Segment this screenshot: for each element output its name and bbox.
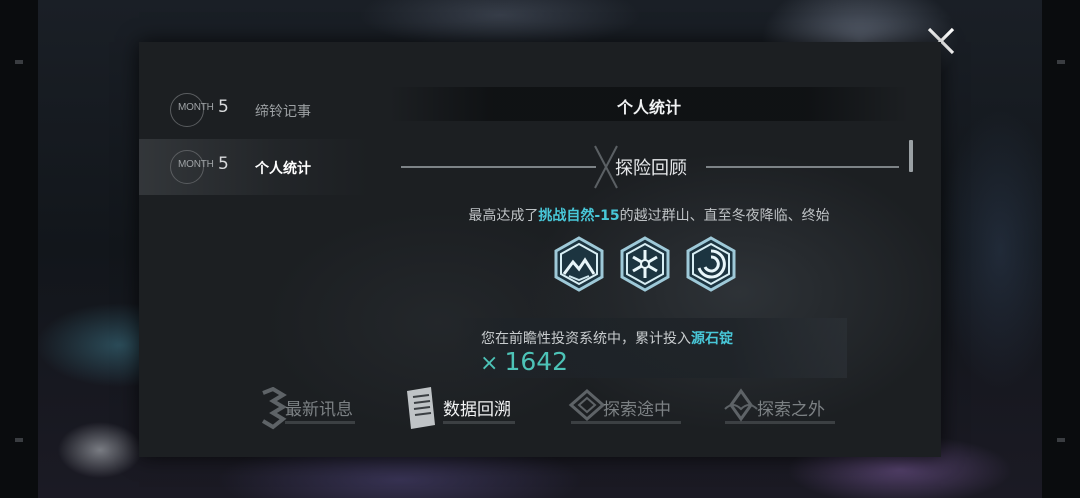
tab-underline xyxy=(725,421,835,424)
bottom-tab-bar: 最新讯息 数据回溯 探索途中 探索之外 xyxy=(139,372,941,442)
left-frame-bar xyxy=(0,0,38,498)
month-item-records[interactable]: MONTH 5 缔铃记事 xyxy=(170,92,311,128)
section-heading-label: 探险回顾 xyxy=(615,158,687,179)
heading-divider-right xyxy=(706,166,899,168)
scrollbar-thumb[interactable] xyxy=(909,140,913,172)
month-number: 5 xyxy=(218,154,229,174)
summary-text: 最高达成了挑战自然-15的越过群山、直至冬夜降临、终始 xyxy=(389,205,909,225)
tab-label: 探索之外 xyxy=(757,400,825,420)
heading-divider-left xyxy=(401,166,596,168)
tab-underline xyxy=(285,421,355,424)
page-title: 个人统计 xyxy=(616,98,681,117)
tab-label: 探索途中 xyxy=(603,400,671,420)
tab-label: 最新讯息 xyxy=(285,400,353,420)
tab-exploring[interactable]: 探索途中 xyxy=(567,387,687,433)
frame-tick xyxy=(15,438,23,442)
month-item-label: 个人统计 xyxy=(255,161,311,177)
tab-latest-news[interactable]: 最新讯息 xyxy=(257,387,357,433)
month-word: MONTH xyxy=(178,102,214,113)
month-item-label: 缔铃记事 xyxy=(255,104,311,120)
section-heading: 探险回顾 xyxy=(401,145,899,189)
document-icon xyxy=(407,387,435,429)
month-number: 5 xyxy=(218,97,229,117)
mountain-badge-icon xyxy=(554,236,604,292)
summary-prefix: 最高达成了 xyxy=(468,208,539,224)
month-item-personal-stats[interactable]: MONTH 5 个人统计 xyxy=(170,149,311,185)
tab-underline xyxy=(443,421,515,424)
snowflake-badge-icon xyxy=(620,236,670,292)
summary-suffix: 的越过群山、直至冬夜降临、终始 xyxy=(619,208,830,224)
frame-tick xyxy=(1057,60,1065,64)
frame-tick xyxy=(1057,438,1065,442)
investment-text: 您在前瞻性投资系统中，累计投入源石锭 xyxy=(481,328,733,348)
frame-tick xyxy=(15,60,23,64)
tab-data-review[interactable]: 数据回溯 xyxy=(405,387,525,433)
tab-beyond-exploration[interactable]: 探索之外 xyxy=(721,387,841,433)
month-word: MONTH xyxy=(178,159,214,170)
summary-highlight: 挑战自然-15 xyxy=(538,208,620,224)
investment-prefix: 您在前瞻性投资系统中，累计投入 xyxy=(481,331,691,347)
right-frame-bar xyxy=(1042,0,1080,498)
achievement-badges xyxy=(551,236,739,296)
tab-label: 数据回溯 xyxy=(443,400,511,420)
tab-underline xyxy=(571,421,681,424)
spiral-badge-icon xyxy=(686,236,736,292)
statistics-modal: MONTH 5 缔铃记事 MONTH 5 个人统计 个人统计 探险回顾 最高达成… xyxy=(139,42,941,457)
investment-currency: 源石锭 xyxy=(691,331,733,347)
